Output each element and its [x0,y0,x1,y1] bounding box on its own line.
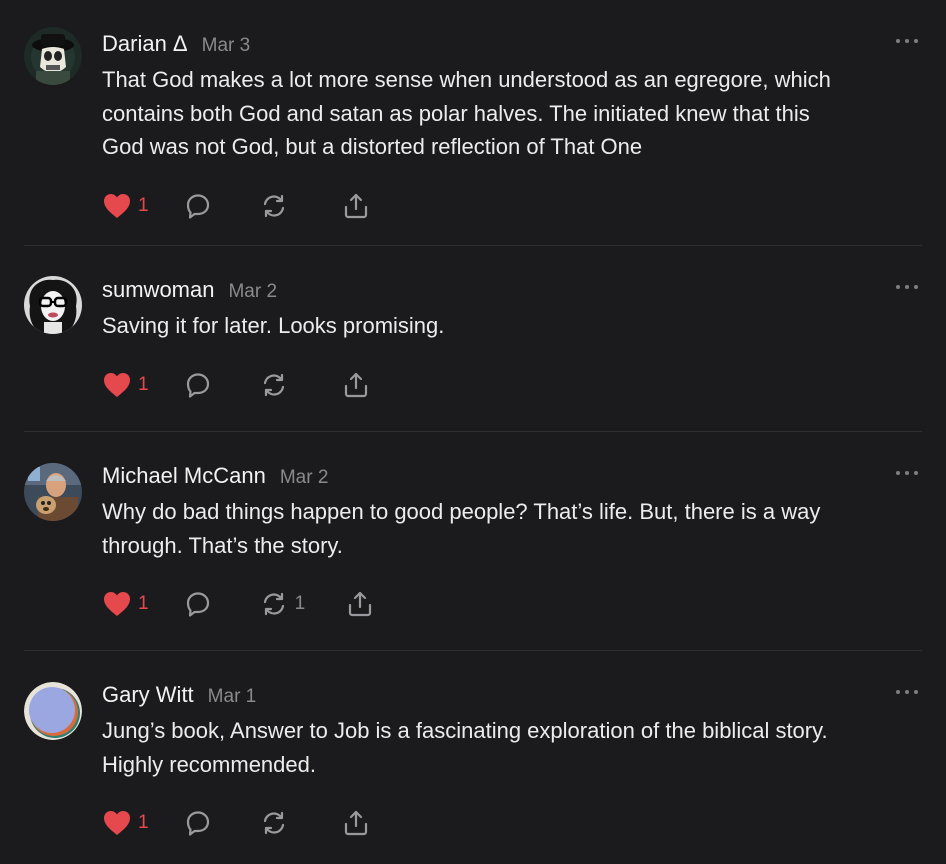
restack-button[interactable] [259,191,295,221]
restack-arrows-icon [263,194,284,217]
comment-actions: 1 [102,186,922,226]
more-dots-icon[interactable] [896,687,918,697]
comment-date[interactable]: Mar 3 [202,35,251,57]
comment: Gary Witt Mar 1 Jung’s book, Answer to J… [0,651,946,864]
reply-button[interactable] [183,191,213,221]
comment-date[interactable]: Mar 1 [208,686,257,708]
restack-button[interactable]: 1 [259,589,306,619]
comment-line: Jung’s book, Answer to Job is a fascinat… [102,718,828,743]
comment-actions: 1 [102,365,922,405]
comment-line: That God makes a lot more sense when und… [102,67,831,92]
comment-line: God was not God, but a distorted reflect… [102,134,643,159]
share-button[interactable] [345,589,375,619]
avatar[interactable] [24,276,82,334]
speech-bubble-icon [186,193,209,219]
restack-button[interactable] [259,808,295,838]
reply-button[interactable] [183,589,213,619]
restack-count: 1 [294,593,306,614]
speech-bubble-icon [186,372,209,398]
like-count: 1 [138,373,149,395]
avatar[interactable] [24,682,82,740]
share-upload-icon [344,193,367,218]
heart-icon [104,372,130,397]
reply-button[interactable] [183,808,213,838]
like-button[interactable]: 1 [102,590,149,618]
comment: Darian Δ Mar 3 That God makes a lot more… [0,0,946,246]
comment-line: Why do bad things happen to good people?… [102,499,821,524]
share-button[interactable] [341,370,371,400]
share-button[interactable] [341,191,371,221]
more-dots-icon[interactable] [896,282,918,292]
reply-button[interactable] [183,370,213,400]
share-upload-icon [344,372,367,397]
like-count: 1 [138,194,149,216]
comment-date[interactable]: Mar 2 [280,467,329,489]
heart-icon [104,193,130,218]
comment-body: Why do bad things happen to good people?… [102,495,922,562]
comment-line: through. That’s the story. [102,532,343,558]
comment: sumwoman Mar 2 Saving it for later. Look… [0,246,946,432]
comment-body: That God makes a lot more sense when und… [102,63,922,164]
share-upload-icon [344,810,367,836]
restack-arrows-icon [263,592,284,616]
like-count: 1 [138,593,149,614]
restack-button[interactable] [259,370,295,400]
avatar[interactable] [24,463,82,521]
like-button[interactable]: 1 [102,192,149,220]
like-button[interactable]: 1 [102,809,149,837]
comment-line: contains both God and satan as polar hal… [102,100,810,126]
share-button[interactable] [341,808,371,838]
comment-body: Jung’s book, Answer to Job is a fascinat… [102,714,922,781]
comment-author[interactable]: Gary Witt [102,682,194,708]
comment-body: Saving it for later. Looks promising. [102,309,922,343]
speech-bubble-icon [186,592,209,617]
restack-arrows-icon [263,373,284,396]
comment-line: Saving it for later. Looks promising. [102,313,445,338]
restack-arrows-icon [263,811,284,835]
more-dots-icon[interactable] [896,36,918,46]
like-count: 1 [138,812,149,833]
share-upload-icon [349,591,372,617]
comment-author[interactable]: sumwoman [102,277,214,303]
avatar[interactable] [24,27,82,85]
heart-icon [104,592,130,616]
heart-icon [104,811,130,835]
comment-author[interactable]: Michael McCann [102,463,266,489]
comment-actions: 1 1 [102,584,922,624]
comment-line: Highly recommended. [102,751,316,777]
comment-author[interactable]: Darian Δ [102,31,188,57]
comment: Michael McCann Mar 2 Why do bad things h… [0,432,946,651]
like-button[interactable]: 1 [102,371,149,399]
more-dots-icon[interactable] [896,468,918,478]
comment-actions: 1 [102,803,922,843]
speech-bubble-icon [186,811,209,836]
comment-date[interactable]: Mar 2 [228,281,277,303]
